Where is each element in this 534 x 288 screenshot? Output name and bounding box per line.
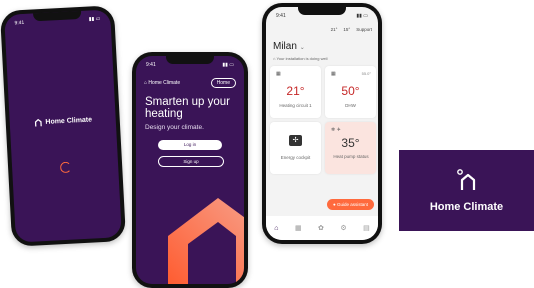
welcome-subhead: Design your climate. [145,124,204,131]
dashboard-screen: 9:41 ▮▮ ▭ 21° 15° Support Milan ⌄ ⌂ Your… [266,7,378,240]
bottom-nav: ⌂ ▦ ✿ ⚙ ▤ [266,216,378,240]
welcome-brand: ⌂ Home Climate [144,80,180,86]
dhw-setpoint: 55.0° [361,71,371,76]
welcome-screen: 9:41 ▮▮ ▭ ⌂ Home Climate Home Smarten up… [136,56,244,284]
phone-dashboard: 9:41 ▮▮ ▭ 21° 15° Support Milan ⌄ ⌂ Your… [262,3,382,244]
top-info: 21° 15° Support [331,27,372,32]
battery-icon: ▮▮ ▭ [88,15,101,23]
phone-welcome: 9:41 ▮▮ ▭ ⌂ Home Climate Home Smarten up… [132,52,248,288]
guide-label: Guide assistant [336,202,368,207]
home-icon[interactable]: ⌂ [274,225,278,232]
chat-icon: ● [332,202,336,207]
status-time: 9:41 [14,19,25,27]
battery-icon: ▮▮ ▭ [356,13,368,19]
dhw-temp: 50° [341,84,360,98]
guide-assistant-button[interactable]: ● Guide assistant [326,199,374,210]
calendar-icon[interactable]: ▦ [295,224,302,232]
loading-spinner-icon [59,161,72,174]
card-dhw[interactable]: ▦ 55.0° 50° DHW [325,66,376,118]
city-name: Milan [273,41,297,52]
status-text: Your installation is doing well [276,56,328,61]
home-button[interactable]: Home [210,78,236,88]
brand-logo-tile: Home Climate [399,150,534,231]
dhw-label: DHW [345,103,356,108]
grid-icon[interactable]: ▤ [363,224,370,232]
calendar-icon: ▦ [276,71,281,77]
battery-icon: ▮▮ ▭ [222,62,234,68]
chevron-down-icon: ⌄ [299,45,305,51]
tool-icon[interactable]: ⚙ [340,224,346,232]
home-climate-logo-icon: ⌂ [144,80,148,86]
calendar-icon: ▦ [331,71,336,77]
energy-icon: ✢ [289,135,302,146]
phone-notch [166,56,214,64]
outdoor-temp: 15° [343,27,351,32]
logo-title: Home Climate [429,201,504,213]
welcome-brand-label: Home Climate [148,80,181,86]
welcome-header: ⌂ Home Climate Home [144,78,236,88]
energy-label: Energy cockpit [280,155,311,160]
phone-notch [298,7,346,15]
card-energy-cockpit[interactable]: ✢ Energy cockpit [270,122,321,174]
phone-splash: 9:41 ▮▮ ▭ Home Climate [0,5,127,247]
indoor-temp: 21° [330,27,338,32]
card-heating-circuit[interactable]: ▦ 21° Heating circuit 1 [270,66,321,118]
leaf-icon[interactable]: ✿ [318,224,324,232]
splash-screen: 9:41 ▮▮ ▭ Home Climate [4,9,122,243]
splash-title: Home Climate [45,116,93,126]
heating-temp: 21° [286,84,305,98]
snow-sun-icon: ❄ ✈ [331,127,341,133]
heatpump-temp: 35° [341,136,360,150]
home-climate-logo-icon [457,169,476,190]
signup-button[interactable]: Sign up [158,156,224,167]
support-link[interactable]: Support [356,27,372,32]
login-button[interactable]: Log in [158,140,222,150]
home-climate-logo-icon [34,118,42,127]
welcome-headline: Smarten up your heating [145,96,231,120]
city-selector[interactable]: Milan ⌄ [273,41,305,52]
splash-brand: Home Climate [10,114,116,129]
heatpump-label: Heat pump status [333,154,369,159]
card-heat-pump[interactable]: ❄ ✈ 35° Heat pump status [325,122,376,174]
heating-label: Heating circuit 1 [279,103,312,108]
installation-status: ⌂ Your installation is doing well [273,56,327,61]
status-time: 9:41 [276,13,286,19]
house-graphic [168,198,244,284]
status-time: 9:41 [146,62,156,68]
